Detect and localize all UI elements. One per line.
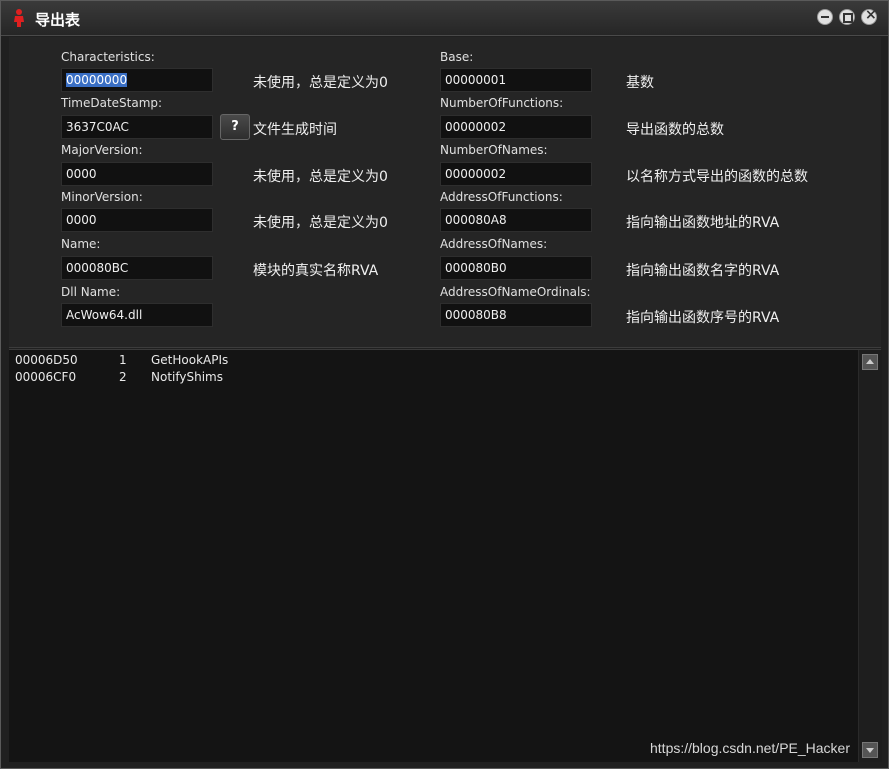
function-rva: 00006CF0 <box>15 370 77 384</box>
dllname-field[interactable]: AcWow64.dll <box>61 303 213 327</box>
addressofnameordinals-label: AddressOfNameOrdinals: <box>440 285 591 299</box>
addressofnames-desc: 指向输出函数名字的RVA <box>626 263 780 279</box>
window-title: 导出表 <box>35 11 81 29</box>
addressoffunctions-desc: 指向输出函数地址的RVA <box>626 215 780 231</box>
title-bar[interactable]: 导出表 <box>1 1 888 36</box>
characteristics-field[interactable]: 00000000 <box>61 68 213 92</box>
name-desc: 模块的真实名称RVA <box>253 263 379 279</box>
maximize-button[interactable] <box>839 9 855 25</box>
base-label: Base: <box>440 50 474 64</box>
majorversion-label: MajorVersion: <box>61 143 143 157</box>
timedatestamp-desc: 文件生成时间 <box>253 122 337 138</box>
export-directory-form: Characteristics: 00000000 未使用，总是定义为0 Tim… <box>9 37 881 348</box>
function-name: GetHookAPIs <box>151 353 229 367</box>
addressoffunctions-field[interactable]: 000080A8 <box>440 208 592 232</box>
function-name: NotifyShims <box>151 370 223 384</box>
numberofnames-desc: 以名称方式导出的函数的总数 <box>626 169 808 185</box>
base-field[interactable]: 00000001 <box>440 68 592 92</box>
close-button[interactable] <box>861 7 877 25</box>
timestamp-help-button[interactable]: ? <box>220 114 250 140</box>
numberoffunctions-label: NumberOfFunctions: <box>440 96 564 110</box>
numberoffunctions-desc: 导出函数的总数 <box>626 122 724 138</box>
minorversion-field[interactable]: 0000 <box>61 208 213 232</box>
majorversion-desc: 未使用，总是定义为0 <box>253 169 388 185</box>
minorversion-desc: 未使用，总是定义为0 <box>253 215 388 231</box>
base-desc: 基数 <box>626 75 654 91</box>
watermark: https://blog.csdn.net/PE_Hacker <box>650 740 850 756</box>
numberoffunctions-field[interactable]: 00000002 <box>440 115 592 139</box>
minorversion-label: MinorVersion: <box>61 190 143 204</box>
scroll-down-icon[interactable] <box>862 742 878 758</box>
export-table-window: 导出表 Characteristics: 00000000 未使用，总是定义为0… <box>0 0 889 769</box>
timedatestamp-field[interactable]: 3637C0AC <box>61 115 213 139</box>
majorversion-field[interactable]: 0000 <box>61 162 213 186</box>
scroll-up-icon[interactable] <box>862 354 878 370</box>
dllname-label: Dll Name: <box>61 285 121 299</box>
timedatestamp-label: TimeDateStamp: <box>61 96 163 110</box>
addressofnameordinals-field[interactable]: 000080B8 <box>440 303 592 327</box>
addressofnames-label: AddressOfNames: <box>440 237 548 251</box>
addressofnames-field[interactable]: 000080B0 <box>440 256 592 280</box>
name-rva-field[interactable]: 000080BC <box>61 256 213 280</box>
minimize-button[interactable] <box>817 9 833 25</box>
characteristics-label: Characteristics: <box>61 50 155 64</box>
numberofnames-label: NumberOfNames: <box>440 143 548 157</box>
function-rva: 00006D50 <box>15 353 78 367</box>
addressoffunctions-label: AddressOfFunctions: <box>440 190 563 204</box>
function-ordinal: 1 <box>119 353 127 367</box>
addressofnameordinals-desc: 指向输出函数序号的RVA <box>626 310 780 326</box>
app-icon <box>14 9 24 27</box>
vertical-scrollbar[interactable] <box>858 350 882 762</box>
exported-functions-list[interactable]: 00006D50 1 GetHookAPIs 00006CF0 2 Notify… <box>9 349 882 762</box>
numberofnames-field[interactable]: 00000002 <box>440 162 592 186</box>
function-ordinal: 2 <box>119 370 127 384</box>
characteristics-desc: 未使用，总是定义为0 <box>253 75 388 91</box>
name-label: Name: <box>61 237 101 251</box>
